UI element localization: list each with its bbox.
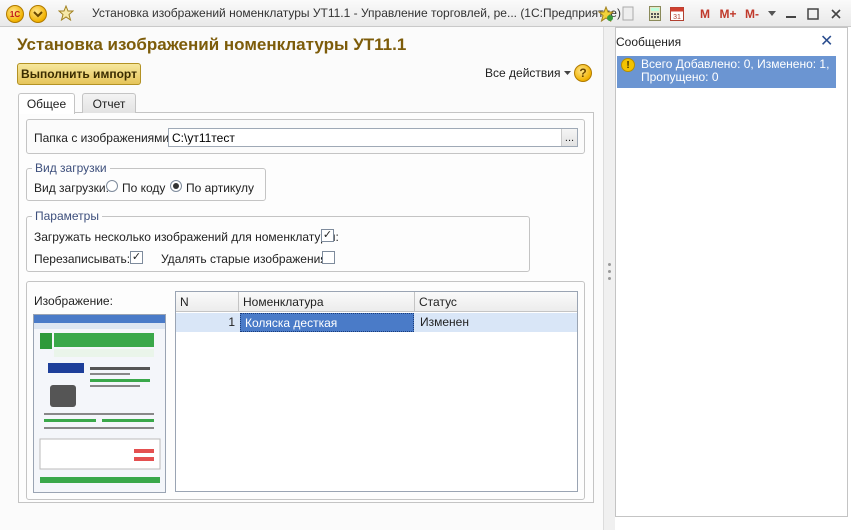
minimize-icon[interactable] xyxy=(781,4,801,23)
radio-by-code[interactable] xyxy=(106,180,118,192)
load-type-group-title: Вид загрузки xyxy=(32,161,110,175)
radio-by-article[interactable] xyxy=(170,180,182,192)
browse-folder-button[interactable]: ... xyxy=(561,129,577,146)
screenshot-preview-image xyxy=(34,315,165,492)
document-icon[interactable] xyxy=(619,4,637,23)
splitter-grip xyxy=(608,263,611,266)
folder-path-input[interactable]: C:\ут11тест xyxy=(168,128,578,147)
window-titlebar: 1С Установка изображений номенклатуры УТ… xyxy=(0,0,851,27)
overwrite-label: Перезаписывать: xyxy=(34,252,131,266)
multi-images-label: Загружать несколько изображений для номе… xyxy=(34,230,339,244)
calculator-icon[interactable] xyxy=(646,4,664,23)
tab-report[interactable]: Отчет xyxy=(82,93,136,113)
chevron-down-icon[interactable] xyxy=(766,4,778,23)
splitter-grip xyxy=(608,270,611,273)
table-header: N Номенклатура Статус xyxy=(176,292,577,312)
message-text: Всего Добавлено: 0, Изменено: 1, Пропуще… xyxy=(641,57,830,84)
multi-images-checkbox[interactable]: ✓ xyxy=(321,229,334,242)
app-logo-icon[interactable]: 1С xyxy=(6,5,24,23)
message-item[interactable]: ! Всего Добавлено: 0, Изменено: 1, Пропу… xyxy=(617,56,836,88)
column-header-item[interactable]: Номенклатура xyxy=(239,292,415,312)
all-actions-label: Все действия xyxy=(485,66,561,80)
tab-general[interactable]: Общее xyxy=(18,93,75,114)
product-image-thumbnail xyxy=(33,314,166,493)
close-window-icon[interactable] xyxy=(826,4,846,23)
table-row[interactable]: 1 Коляска десткая Изменен xyxy=(176,313,577,332)
run-import-button[interactable]: Выполнить импорт xyxy=(17,63,141,85)
memory-plus-button[interactable]: M+ xyxy=(717,4,739,23)
messages-title: Сообщения xyxy=(616,35,682,49)
messages-panel-frame: Сообщения ✕ ! Всего Добавлено: 0, Измене… xyxy=(615,27,848,517)
params-group-title: Параметры xyxy=(32,209,102,223)
maximize-icon[interactable] xyxy=(803,4,823,23)
cell-status[interactable]: Изменен xyxy=(416,313,576,332)
form-bottom-area xyxy=(0,510,603,530)
app-logo-text: 1С xyxy=(9,9,21,19)
chevron-down-icon xyxy=(564,70,572,75)
delete-old-label: Удалять старые изображения: xyxy=(161,252,331,266)
load-type-label: Вид загрузки: xyxy=(34,181,109,195)
add-favorite-icon[interactable] xyxy=(596,4,616,23)
splitter-grip xyxy=(608,277,611,280)
svg-text:31: 31 xyxy=(673,14,681,21)
folder-label: Папка с изображениями: xyxy=(34,131,173,145)
close-messages-icon[interactable]: ✕ xyxy=(820,31,833,51)
image-label: Изображение: xyxy=(34,294,113,308)
overwrite-checkbox[interactable]: ✓ xyxy=(130,251,143,264)
messages-panel: Сообщения ✕ ! Всего Добавлено: 0, Измене… xyxy=(615,27,851,530)
favorites-star-icon[interactable] xyxy=(56,3,76,23)
delete-old-checkbox[interactable] xyxy=(322,251,335,264)
all-actions-menu[interactable]: Все действия xyxy=(485,66,572,80)
warning-icon: ! xyxy=(621,58,635,72)
help-button[interactable]: ? xyxy=(574,64,592,82)
column-header-n[interactable]: N xyxy=(176,292,239,312)
window-title: Установка изображений номенклатуры УТ11.… xyxy=(92,6,621,20)
page-title: Установка изображений номенклатуры УТ11.… xyxy=(17,35,407,54)
calendar-icon[interactable]: 31 xyxy=(668,4,686,23)
cell-item[interactable]: Коляска десткая xyxy=(240,313,414,332)
memory-m-button[interactable]: M xyxy=(696,4,714,23)
main-menu-icon[interactable] xyxy=(29,5,47,23)
results-table[interactable]: N Номенклатура Статус 1 Коляска десткая … xyxy=(175,291,578,492)
memory-minus-button[interactable]: M- xyxy=(741,4,763,23)
cell-n[interactable]: 1 xyxy=(176,313,239,332)
radio-by-code-label[interactable]: По коду xyxy=(122,181,165,195)
column-header-status[interactable]: Статус xyxy=(415,292,577,312)
radio-by-article-label[interactable]: По артикулу xyxy=(186,181,254,195)
